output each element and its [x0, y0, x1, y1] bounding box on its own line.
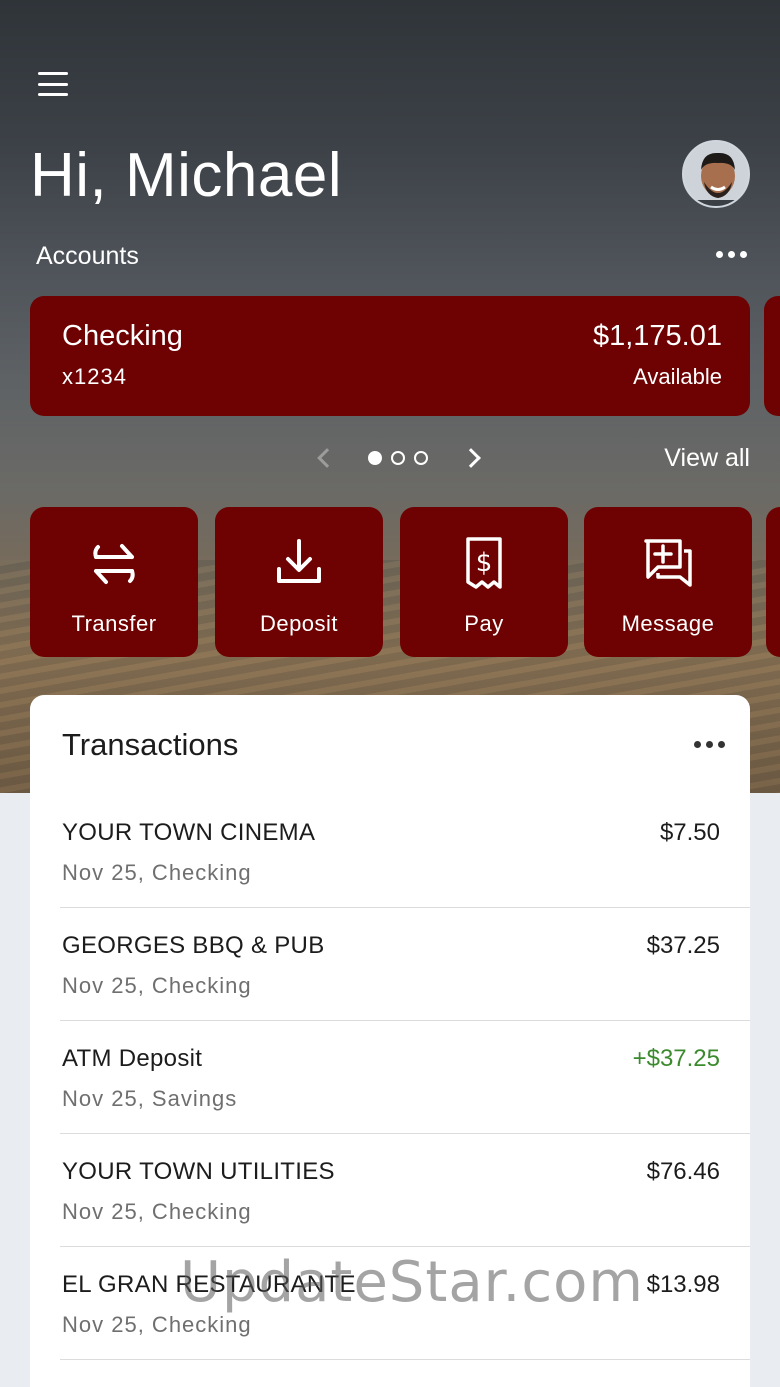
transfer-button[interactable]: Transfer — [30, 507, 198, 657]
transaction-row[interactable]: GEORGES BBQ & PUB Nov 25, Checking $37.2… — [60, 908, 750, 1021]
chevron-left-icon[interactable] — [317, 448, 337, 468]
account-number: x1234 — [62, 364, 127, 389]
account-card-checking[interactable]: Checking x1234 $1,175.01 Available — [30, 296, 750, 416]
transaction-name: YOUR TOWN UTILITIES — [62, 1158, 335, 1185]
transaction-detail: Nov 25, Checking — [62, 860, 252, 885]
hamburger-menu-icon[interactable] — [36, 70, 70, 98]
pay-button[interactable]: $ Pay — [400, 507, 568, 657]
transaction-detail: Nov 25, Checking — [62, 1312, 252, 1337]
transaction-amount: +$37.25 — [632, 1045, 720, 1072]
bill-pay-icon: $ — [466, 537, 502, 589]
page-dot[interactable] — [391, 451, 405, 465]
transaction-amount: $7.50 — [659, 819, 720, 846]
transfer-icon — [93, 544, 135, 584]
action-label: Deposit — [259, 611, 339, 636]
account-name: Checking — [62, 320, 183, 352]
chevron-right-icon[interactable] — [461, 448, 481, 468]
account-card-next[interactable] — [764, 296, 780, 416]
view-all-link[interactable]: View all — [664, 444, 750, 473]
transaction-detail: Nov 25, Checking — [62, 1199, 252, 1224]
deposit-icon — [277, 539, 321, 583]
account-pager — [310, 440, 481, 476]
deposit-button[interactable]: Deposit — [215, 507, 383, 657]
greeting: Hi, Michael — [30, 141, 343, 210]
transaction-name: YOUR TOWN CINEMA — [62, 819, 316, 846]
page-indicator — [368, 451, 428, 465]
watermark: UpdateStar.com — [180, 1250, 644, 1315]
transaction-amount: $37.25 — [646, 932, 720, 959]
transaction-row[interactable]: YOUR TOWN UTILITIES Nov 25, Checking $76… — [60, 1134, 750, 1247]
accounts-label: Accounts — [36, 242, 139, 270]
svg-text:$: $ — [476, 548, 493, 578]
action-label: Message — [621, 611, 715, 636]
page-dot[interactable] — [414, 451, 428, 465]
transaction-name: GEORGES BBQ & PUB — [62, 932, 325, 959]
transaction-detail: Nov 25, Savings — [62, 1086, 238, 1111]
action-label: Transfer — [71, 611, 157, 636]
avatar[interactable] — [682, 140, 750, 208]
transaction-row[interactable]: YOUR TOWN CINEMA Nov 25, Checking $7.50 — [60, 795, 750, 908]
account-balance: $1,175.01 — [592, 320, 722, 352]
account-balance-label: Available — [633, 364, 722, 389]
transaction-amount: $76.46 — [646, 1158, 720, 1185]
transaction-name: ATM Deposit — [62, 1045, 203, 1072]
page-dot[interactable] — [368, 451, 382, 465]
more-action-button[interactable] — [766, 507, 780, 657]
message-icon — [644, 539, 692, 587]
quick-actions: Transfer Deposit $ Pay Message — [30, 507, 780, 657]
transactions-title: Transactions — [62, 727, 239, 762]
accounts-more-icon[interactable] — [716, 251, 747, 258]
transactions-more-icon[interactable] — [694, 741, 725, 748]
transaction-detail: Nov 25, Checking — [62, 973, 252, 998]
action-label: Pay — [464, 611, 504, 636]
transaction-row[interactable]: ATM Deposit Nov 25, Savings +$37.25 — [60, 1021, 750, 1134]
transaction-amount: $13.98 — [646, 1271, 720, 1298]
message-button[interactable]: Message — [584, 507, 752, 657]
